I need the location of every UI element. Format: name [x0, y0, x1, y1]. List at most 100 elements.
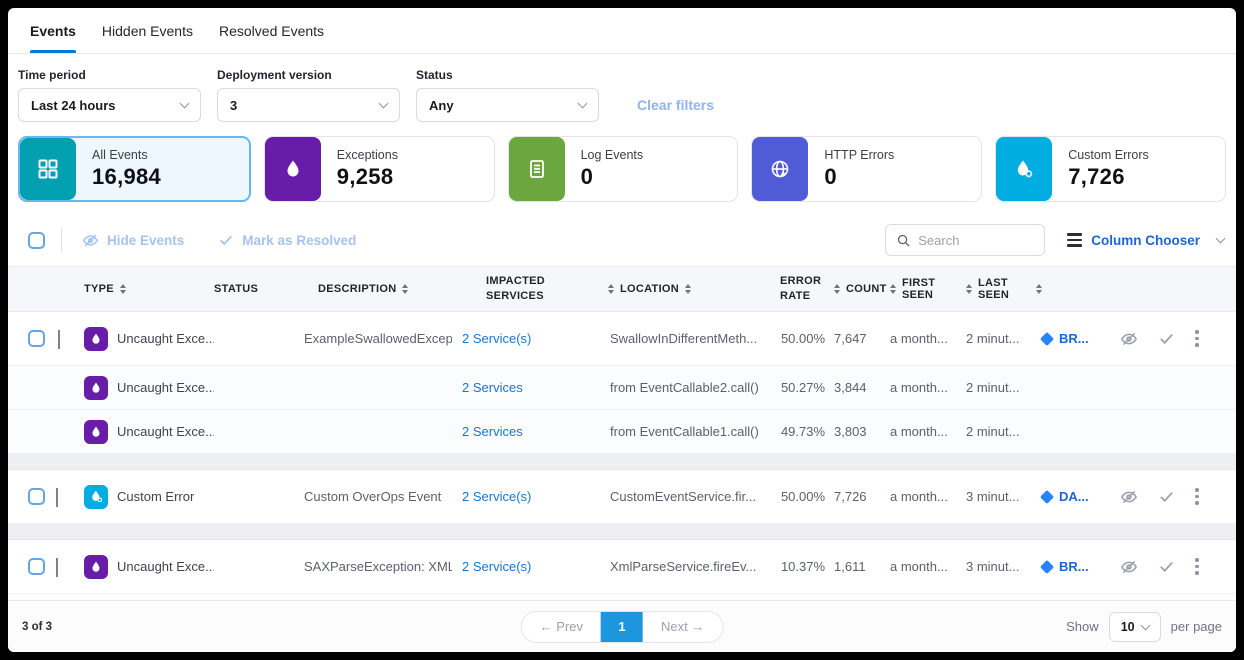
- hide-event-icon[interactable]: [1120, 558, 1138, 576]
- row-checkbox[interactable]: [28, 330, 45, 347]
- clear-filters-button[interactable]: Clear filters: [637, 97, 714, 113]
- group-separator: [8, 454, 1236, 470]
- flame-gear-icon: [996, 137, 1052, 201]
- jira-icon: [1040, 489, 1054, 503]
- impacted-services-link[interactable]: 2 Services: [452, 424, 582, 439]
- event-location: CustomEventService.fir...: [582, 489, 772, 504]
- status-value: Any: [429, 98, 454, 113]
- prev-page-button[interactable]: ← Prev: [522, 612, 601, 642]
- card-log-events[interactable]: Log Events 0: [508, 136, 739, 202]
- impacted-services-link[interactable]: 2 Service(s): [452, 559, 582, 574]
- header-label: LOCATION: [620, 283, 679, 295]
- page-number-button[interactable]: 1: [601, 612, 643, 642]
- card-value: 7,726: [1068, 164, 1149, 190]
- table-row: Uncaught Exce... ExampleSwallowedExcepti…: [8, 312, 1236, 366]
- columns-icon: [1067, 233, 1082, 247]
- time-period-select[interactable]: Last 24 hours: [18, 88, 201, 122]
- card-http-errors[interactable]: HTTP Errors 0: [751, 136, 982, 202]
- per-page-label: per page: [1171, 619, 1222, 634]
- tab-events[interactable]: Events: [30, 8, 76, 53]
- stat-cards: All Events 16,984 Exceptions 9,258 Log E…: [8, 126, 1236, 214]
- events-table: TYPE STATUS DESCRIPTION IMPACTED SERVICE…: [8, 266, 1236, 600]
- hide-event-icon[interactable]: [1120, 330, 1138, 348]
- error-rate: 50.00%: [772, 489, 834, 504]
- impacted-services-link[interactable]: 2 Service(s): [452, 489, 582, 504]
- select-all-checkbox[interactable]: [28, 232, 45, 249]
- pagination: ← Prev 1 Next →: [521, 611, 724, 643]
- first-seen: a month...: [890, 331, 966, 346]
- chevron-down-icon: [1216, 234, 1226, 244]
- expand-row-icon[interactable]: [56, 488, 58, 507]
- tab-hidden-events[interactable]: Hidden Events: [102, 8, 193, 53]
- table-header-row: TYPE STATUS DESCRIPTION IMPACTED SERVICE…: [8, 266, 1236, 312]
- group-separator: [8, 524, 1236, 540]
- event-count: 3,803: [834, 424, 890, 439]
- event-count: 3,844: [834, 380, 890, 395]
- flame-icon: [265, 137, 321, 201]
- table-row: Uncaught Exce... SAXParseException: XML …: [8, 540, 1236, 594]
- document-icon: [509, 137, 565, 201]
- resolve-event-icon[interactable]: [1158, 330, 1175, 347]
- card-all-events[interactable]: All Events 16,984: [18, 136, 251, 202]
- header-location[interactable]: LOCATION: [582, 283, 772, 295]
- sort-icon: [834, 284, 840, 294]
- expand-row-icon[interactable]: [56, 558, 58, 577]
- sort-icon: [890, 284, 896, 294]
- chevron-down-icon: [578, 99, 588, 109]
- event-description: Custom OverOps Event: [304, 489, 452, 504]
- header-first-seen[interactable]: FIRST SEEN: [890, 277, 966, 301]
- impacted-services-link[interactable]: 2 Services: [452, 380, 582, 395]
- deployment-version-select[interactable]: 3: [217, 88, 400, 122]
- jira-ticket-link[interactable]: BR...: [1042, 559, 1114, 574]
- header-description[interactable]: DESCRIPTION: [304, 283, 452, 295]
- resolve-event-icon[interactable]: [1158, 558, 1175, 575]
- row-menu-icon[interactable]: [1195, 558, 1199, 575]
- status-label: Status: [416, 68, 599, 82]
- header-last-seen[interactable]: LAST SEEN: [966, 277, 1042, 301]
- last-seen: 2 minut...: [966, 331, 1042, 346]
- collapse-row-icon[interactable]: [58, 330, 60, 349]
- page-size-control: Show 10 per page: [1066, 612, 1222, 642]
- event-location: from EventCallable1.call(): [582, 424, 772, 439]
- jira-ticket-link[interactable]: BR...: [1042, 331, 1114, 346]
- jira-ticket-label: DA...: [1059, 489, 1089, 504]
- search-input[interactable]: [918, 233, 1028, 248]
- row-checkbox[interactable]: [28, 488, 45, 505]
- impacted-services-link[interactable]: 2 Service(s): [452, 331, 582, 346]
- event-count: 1,611: [834, 559, 890, 574]
- chevron-down-icon: [180, 99, 190, 109]
- mark-resolved-label: Mark as Resolved: [242, 233, 356, 248]
- card-label: HTTP Errors: [824, 148, 894, 162]
- column-chooser-label: Column Chooser: [1091, 233, 1200, 248]
- event-type: Custom Error: [117, 489, 194, 504]
- row-menu-icon[interactable]: [1195, 330, 1199, 347]
- deployment-version-label: Deployment version: [217, 68, 400, 82]
- card-custom-errors[interactable]: Custom Errors 7,726: [995, 136, 1226, 202]
- page-size-select[interactable]: 10: [1109, 612, 1161, 642]
- row-menu-icon[interactable]: [1195, 488, 1199, 505]
- hide-events-button[interactable]: Hide Events: [82, 232, 184, 249]
- status-select[interactable]: Any: [416, 88, 599, 122]
- sort-icon: [402, 284, 408, 294]
- error-tracking-app: Events Hidden Events Resolved Events Tim…: [8, 8, 1236, 652]
- table-subrow: Uncaught Exce... 2 Services from EventCa…: [8, 366, 1236, 410]
- mark-resolved-button[interactable]: Mark as Resolved: [218, 232, 356, 248]
- tab-bar: Events Hidden Events Resolved Events: [8, 8, 1236, 54]
- sort-icon: [120, 284, 126, 294]
- header-label: TYPE: [84, 283, 114, 295]
- card-exceptions[interactable]: Exceptions 9,258: [264, 136, 495, 202]
- custom-error-icon: [84, 485, 108, 509]
- resolve-event-icon[interactable]: [1158, 488, 1175, 505]
- error-rate: 10.37%: [772, 559, 834, 574]
- next-page-button[interactable]: Next →: [643, 612, 722, 642]
- hide-event-icon[interactable]: [1120, 488, 1138, 506]
- deployment-version-value: 3: [230, 98, 237, 113]
- header-type[interactable]: TYPE: [84, 283, 214, 295]
- column-chooser-button[interactable]: Column Chooser: [1067, 233, 1224, 248]
- row-checkbox[interactable]: [28, 558, 45, 575]
- table-footer: 3 of 3 ← Prev 1 Next → Show 10 per page: [8, 600, 1236, 652]
- jira-ticket-link[interactable]: DA...: [1042, 489, 1114, 504]
- header-count[interactable]: COUNT: [834, 283, 890, 295]
- jira-ticket-label: BR...: [1059, 331, 1089, 346]
- tab-resolved-events[interactable]: Resolved Events: [219, 8, 324, 53]
